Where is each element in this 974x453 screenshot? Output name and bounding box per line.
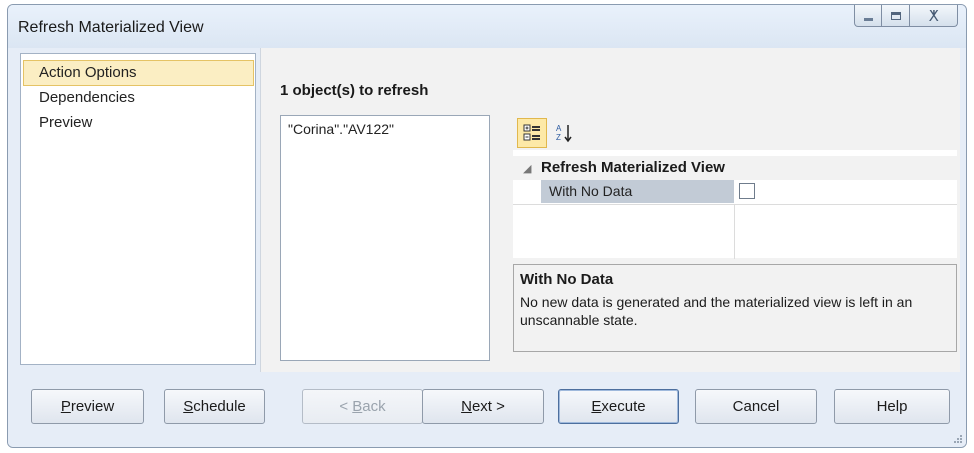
categorized-view-button[interactable] (517, 118, 547, 148)
collapse-triangle-icon[interactable]: ◢ (523, 157, 531, 181)
minimize-icon (863, 17, 873, 21)
back-label-rest: ack (362, 398, 386, 415)
next-button[interactable]: Next > (422, 389, 544, 424)
dialog-client-area: Action Options Dependencies Preview 1 ob… (8, 48, 966, 447)
maximize-button[interactable] (882, 5, 910, 27)
execute-mnemonic: E (591, 398, 602, 415)
with-no-data-checkbox[interactable] (739, 183, 755, 199)
empty-grid-area (513, 204, 957, 259)
close-icon: ⵅ (928, 7, 939, 25)
refresh-materialized-view-dialog: Refresh Materialized View ⵅ Action Optio… (7, 4, 967, 448)
nav-item-label: Dependencies (39, 89, 135, 106)
property-name[interactable]: With No Data (541, 180, 734, 203)
schedule-button[interactable]: Schedule (164, 389, 265, 424)
alphabetical-sort-button[interactable]: A Z (549, 118, 579, 148)
property-grid: ◢ Refresh Materialized View With No Data (513, 150, 957, 259)
property-help-panel: With No Data No new data is generated an… (513, 264, 957, 352)
back-button[interactable]: < Back (302, 389, 423, 424)
next-mnemonic: N (461, 398, 472, 415)
resize-grip-icon[interactable] (953, 434, 963, 444)
help-button[interactable]: Help (834, 389, 950, 424)
preview-mnemonic: P (60, 398, 71, 415)
sort-alphabetical-icon: A Z (556, 124, 572, 143)
maximize-icon (890, 11, 901, 20)
list-item[interactable]: "Corina"."AV122" (288, 121, 394, 137)
nav-item-label: Action Options (39, 64, 137, 81)
back-mnemonic: B (352, 398, 363, 415)
cancel-button[interactable]: Cancel (695, 389, 817, 424)
schedule-mnemonic: S (183, 398, 194, 415)
objects-list[interactable]: "Corina"."AV122" (280, 115, 490, 361)
nav-item-preview[interactable]: Preview (23, 110, 254, 136)
column-divider (734, 205, 735, 259)
property-category-row[interactable]: ◢ Refresh Materialized View (513, 156, 957, 180)
execute-button[interactable]: Execute (558, 389, 679, 424)
execute-label-rest: xecute (601, 398, 646, 415)
nav-item-action-options[interactable]: Action Options (23, 60, 254, 86)
action-options-panel: 1 object(s) to refresh "Corina"."AV122" (260, 48, 960, 372)
close-button[interactable]: ⵅ (910, 5, 958, 27)
dialog-button-bar: Preview Schedule < Back Next > Execute C… (8, 389, 966, 429)
nav-item-label: Preview (39, 114, 93, 131)
window-title: Refresh Materialized View (18, 19, 204, 36)
schedule-label-rest: chedule (193, 398, 246, 415)
property-value-cell[interactable] (735, 180, 957, 203)
categorized-view-icon (523, 124, 540, 141)
svg-text:A: A (556, 124, 562, 133)
nav-item-dependencies[interactable]: Dependencies (23, 85, 254, 111)
back-prefix: < (339, 398, 353, 415)
minimize-button[interactable] (854, 5, 882, 27)
title-bar[interactable]: Refresh Materialized View ⵅ (8, 5, 966, 48)
preview-label-rest: review (70, 398, 115, 415)
property-row-with-no-data[interactable]: With No Data (513, 180, 957, 204)
cancel-label: Cancel (732, 398, 780, 415)
help-label: Help (876, 398, 908, 415)
options-navigation-list: Action Options Dependencies Preview (20, 53, 256, 365)
window-controls: ⵅ (854, 5, 958, 27)
svg-text:Z: Z (556, 133, 561, 142)
help-title: With No Data (520, 271, 614, 288)
preview-button[interactable]: Preview (31, 389, 144, 424)
objects-to-refresh-heading: 1 object(s) to refresh (280, 82, 429, 99)
property-grid-toolbar: A Z (517, 118, 579, 148)
help-description: No new data is generated and the materia… (520, 294, 913, 328)
category-label: Refresh Materialized View (541, 159, 725, 176)
next-label-rest: ext > (471, 398, 505, 415)
